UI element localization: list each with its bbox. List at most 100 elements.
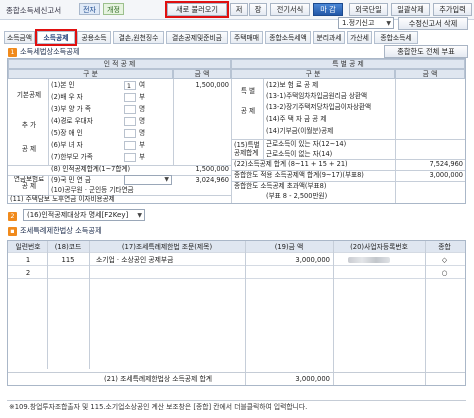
special-group-top: 특 별 [240, 87, 256, 95]
female-count-input[interactable] [124, 141, 136, 150]
col-article: (17)조세특례제한법 조문(제목) [121, 243, 213, 251]
previous-form-button[interactable]: 전기서식 [270, 3, 310, 16]
special-group-bottom: 공 제 [240, 107, 256, 115]
housing-fund-label: (14)주 택 자 금 공 제 [266, 115, 327, 123]
tab-bar: 소득금액 소득공제 공용소득 결손,원천징수 결손공제및준비금 주택매매 종합소… [0, 29, 474, 46]
special-total-group: (15)특별 공제합계 [234, 141, 260, 157]
section1-table: 인 적 공 제 특 별 공 제 구 분 금 액 구 분 금 액 기본공제 추 가… [7, 58, 466, 204]
row-code[interactable]: 115 [48, 254, 88, 266]
tab-housing-sale[interactable]: 주택매매 [230, 31, 263, 44]
row-article [96, 267, 244, 279]
pension-select[interactable]: ▼ [124, 175, 172, 185]
deduction-total-amount: 7,524,960 [429, 160, 463, 168]
tab-penalty-tax[interactable]: 가산세 [347, 31, 372, 44]
left-amount-header: 금 액 [173, 69, 231, 79]
self-label: (1)본 인 [51, 81, 75, 89]
filing-type-value: 1.정기신고 [342, 19, 375, 27]
pension-group-label: 연금보험료 공 제 [13, 176, 45, 190]
senior-count-input[interactable] [124, 117, 136, 126]
special-deduction-table: 일련번호 (18)코드 (17)조세특례제한법 조문(제목) (19)금 액 (… [7, 240, 466, 386]
national-pension-amount: 3,024,960 [195, 176, 229, 184]
row-regno[interactable] [348, 267, 418, 279]
personal-total-label: (8) 인적공제합계(1~7합계) [51, 165, 131, 173]
add-entry-button[interactable]: 추가입력 [433, 3, 472, 16]
personal-total-amount: 1,500,000 [195, 165, 229, 173]
limit-applied-amount: 3,000,000 [429, 171, 463, 179]
tab-income-amount[interactable]: 소득금액 [4, 31, 35, 44]
tab-loss-reserve[interactable]: 결손공제및준비금 [166, 31, 228, 44]
housing-mortgage-label: (11) 주택담보 노후연금 이자비용공제 [10, 195, 115, 203]
tab-global-tax[interactable]: 종합소득세액 [265, 31, 311, 44]
female-label: (6)부 녀 자 [51, 141, 83, 149]
bulk-delete-button[interactable]: 일괄삭제 [391, 3, 430, 16]
chevron-down-icon: ▼ [164, 176, 169, 183]
table-row[interactable]: 1 115 소기업 · 소상공인 공제부금 3,000,000 ◇ [8, 254, 465, 266]
spouse-unit: 부 [139, 93, 146, 101]
spouse-count-input[interactable] [124, 93, 136, 102]
right-gubun-header: 구 분 [231, 69, 395, 79]
section1-number: 1 [8, 48, 17, 57]
filing-type-select[interactable]: 1.정기신고 ▼ [338, 17, 394, 29]
total-label: (21) 조세특례제한법상 소득공제 합계 [104, 375, 212, 383]
dependents-detail-select[interactable]: (16)인적공제대상자 명세[F2Key] ▼ [23, 209, 145, 221]
section1-title: 1 소득세법상소득공제 [8, 46, 208, 57]
tab-comprehensive-tax[interactable]: 종합소득세 [374, 31, 418, 44]
rent-loan-label: (13-1)주택임차차입금원리금 상환액 [266, 92, 368, 100]
section2-number: 2 [8, 212, 17, 221]
single-parent-count-input[interactable] [124, 153, 136, 162]
senior-unit: 명 [139, 117, 146, 125]
disabled-label: (5)장 애 인 [51, 129, 83, 137]
special-total-worker: 근로소득이 있는 자(12~14) [266, 140, 347, 148]
personal-deduction-header: 인 적 공 제 [8, 59, 231, 69]
basic-deduction-group: 기본공제 [16, 91, 42, 99]
additional-deduction-group: 추 가 [21, 121, 37, 129]
section2-title: 2 [8, 210, 20, 221]
self-count-input[interactable]: 1 [124, 81, 136, 90]
single-parent-unit: 부 [139, 153, 146, 161]
row-code[interactable] [48, 267, 88, 279]
tab-separate-tax[interactable]: 분리과세 [313, 31, 345, 44]
self-unit: 여 [139, 81, 146, 89]
save-button-left[interactable]: 저 [230, 3, 248, 16]
foreign-single-button[interactable]: 외국단일 [349, 3, 388, 16]
section3-icon: ▪ [8, 227, 17, 236]
tab-income-deduction[interactable]: 소득공제 [35, 29, 77, 46]
table-row[interactable]: 2 ○ [8, 267, 465, 279]
senior-label: (4)경로 우대자 [51, 117, 93, 125]
row-regno-redacted[interactable] [348, 254, 418, 266]
limit-over-label: 종합한도 소득공제 초과액(부표8) [234, 182, 327, 190]
row-amount[interactable]: 3,000,000 [246, 254, 330, 266]
disabled-count-input[interactable] [124, 129, 136, 138]
deduction-total-label: (22)소득공제 합계 (8~11 + 15 + 21) [234, 160, 348, 168]
row-total-mark[interactable]: ○ [426, 267, 463, 279]
chevron-down-icon: ▼ [137, 212, 142, 219]
female-unit: 부 [139, 141, 146, 149]
right-amount-header: 금 액 [395, 69, 465, 79]
save-button-right[interactable]: 장 [249, 3, 267, 16]
row-total-mark[interactable]: ◇ [426, 254, 463, 266]
dependents-unit: 명 [139, 105, 146, 113]
insurance-label: (12)보 험 료 공 제 [266, 81, 319, 89]
reload-button[interactable]: 새로 불러오기 [165, 1, 229, 18]
revise-delete-button[interactable]: 수정신고서 삭제 [398, 17, 468, 30]
total-amount: 3,000,000 [295, 375, 330, 383]
left-gubun-header: 구 분 [8, 69, 173, 79]
col-code: (18)코드 [54, 243, 82, 251]
spouse-label: (2)배 우 자 [51, 93, 83, 101]
dependents-count-input[interactable] [124, 105, 136, 114]
self-amount: 1,500,000 [195, 81, 229, 89]
tab-shared-income[interactable]: 공용소득 [77, 31, 111, 44]
row-serial: 1 [25, 256, 31, 264]
tab-loss-withholding[interactable]: 결손,원천징수 [113, 31, 164, 44]
other-pension-label: (10)공무원 · 군인등 기타연금 [51, 186, 134, 194]
close-filing-button[interactable]: 마 감 [313, 3, 343, 16]
section3-title: ▪ 조세특례제한법상 소득공제 [8, 225, 208, 236]
row-amount[interactable] [246, 267, 330, 279]
deduction-group: 공 제 [21, 145, 37, 153]
section3-title-text: 조세특례제한법상 소득공제 [20, 226, 102, 235]
row-article: 소기업 · 소상공인 공제부금 [96, 256, 174, 264]
limit-applied-label: 종합한도 적용 소득공제액 합계(9~17)(부표8) [234, 171, 364, 179]
app-title: 종합소득세신고서 [6, 6, 62, 15]
total-limit-button[interactable]: 종합한도 전체 부표 [384, 45, 468, 58]
table-header-row: 일련번호 (18)코드 (17)조세특례제한법 조문(제목) (19)금 액 (… [8, 241, 465, 253]
